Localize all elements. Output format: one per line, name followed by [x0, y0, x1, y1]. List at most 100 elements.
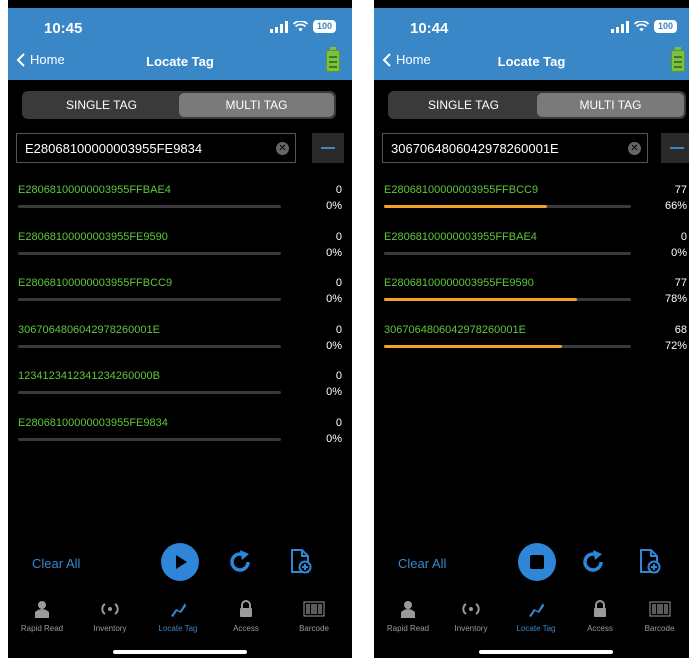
tag-row: E28068100000003955FFBAE4 0 0% — [8, 178, 352, 225]
tag-list: E28068100000003955FFBAE4 0 0% E280681000… — [8, 178, 352, 458]
tab-label: Access — [233, 624, 259, 633]
stop-icon — [530, 555, 544, 569]
tag-list: E28068100000003955FFBCC9 77 66% E2806810… — [374, 178, 689, 364]
tag-percent: 78% — [664, 293, 687, 306]
tag-search-input[interactable]: 3067064806042978260001E ✕ — [382, 133, 648, 163]
barcode-icon — [303, 601, 325, 617]
tag-count: 0 — [335, 370, 342, 383]
status-icons: 100 — [610, 20, 677, 33]
tab-multi-tag[interactable]: MULTI TAG — [537, 93, 684, 117]
tag-id: E28068100000003955FFBAE4 — [384, 230, 537, 243]
page-title: Locate Tag — [146, 54, 214, 69]
tag-progress — [18, 437, 281, 441]
refresh-icon[interactable] — [226, 548, 254, 576]
add-document-icon[interactable] — [290, 548, 312, 574]
tab-rapid-read[interactable]: Rapid Read — [8, 600, 76, 633]
clear-input-icon[interactable]: ✕ — [276, 142, 289, 155]
tab-label: Rapid Read — [20, 624, 64, 633]
remove-tag-button[interactable] — [312, 133, 344, 163]
tag-percent: 0% — [671, 246, 687, 259]
tab-multi-tag[interactable]: MULTI TAG — [179, 93, 334, 117]
battery-status: 100 — [653, 20, 677, 33]
phone-screen-right: 10:44 100 Home Locate Tag SINGLE TAG MUL… — [374, 0, 689, 658]
start-scan-button[interactable] — [161, 543, 199, 581]
action-bar: Clear All — [8, 540, 352, 584]
tab-inventory[interactable]: Inventory — [437, 600, 505, 633]
phone-screen-left: 10:45 100 Home Locate Tag SINGLE TAG MUL… — [8, 0, 352, 658]
tab-label: Access — [587, 624, 613, 633]
tag-percent: 0% — [326, 386, 342, 399]
tab-rapid-read[interactable]: Rapid Read — [374, 600, 442, 633]
tag-row: 1234123412341234260000B 0 0% — [8, 364, 352, 411]
tag-count: 68 — [674, 323, 687, 336]
header: 10:44 100 Home Locate Tag — [374, 8, 689, 80]
tag-count: 77 — [674, 277, 687, 290]
page-title: Locate Tag — [497, 54, 566, 69]
rapid-read-icon — [35, 601, 49, 618]
clear-input-icon[interactable]: ✕ — [628, 142, 641, 155]
clear-all-button[interactable]: Clear All — [32, 556, 80, 571]
tab-label: Rapid Read — [386, 624, 430, 633]
inventory-icon — [101, 603, 119, 615]
tab-label: Inventory — [93, 624, 127, 633]
tag-count: 0 — [335, 277, 342, 290]
wifi-icon — [292, 21, 308, 32]
tag-progress — [18, 391, 281, 395]
tag-progress — [18, 298, 281, 302]
tab-access[interactable]: Access — [212, 600, 280, 633]
refresh-icon[interactable] — [579, 548, 607, 576]
action-bar: Clear All — [374, 540, 689, 584]
barcode-icon — [649, 601, 670, 617]
play-icon — [176, 555, 187, 569]
tab-barcode[interactable]: Barcode — [630, 600, 689, 633]
tab-barcode[interactable]: Barcode — [280, 600, 348, 633]
inventory-icon — [462, 603, 480, 615]
tag-id: E28068100000003955FE9834 — [18, 416, 168, 429]
tab-single-tag[interactable]: SINGLE TAG — [390, 93, 537, 117]
reader-battery-icon — [326, 47, 340, 72]
tag-count: 0 — [335, 416, 342, 429]
tag-id: E28068100000003955FE9590 — [384, 277, 534, 290]
status-icons: 100 — [269, 20, 336, 33]
tag-count: 0 — [680, 230, 687, 243]
add-document-icon[interactable] — [639, 548, 661, 574]
remove-tag-button[interactable] — [661, 133, 689, 163]
tag-id: E28068100000003955FFBCC9 — [18, 277, 173, 290]
tag-percent: 0% — [326, 432, 342, 445]
wifi-icon — [633, 21, 649, 32]
tag-progress — [384, 205, 631, 208]
home-indicator[interactable] — [113, 650, 247, 654]
tag-progress-fill — [384, 205, 548, 208]
tab-label: Inventory — [454, 624, 488, 633]
tag-search-value: 3067064806042978260001E — [391, 140, 559, 156]
tag-id: E28068100000003955FFBAE4 — [18, 184, 171, 196]
bottom-tab-bar: Rapid Read Inventory Locate Tag Access B… — [8, 600, 352, 640]
header: 10:45 100 Home Locate Tag — [8, 8, 352, 80]
clear-all-button[interactable]: Clear All — [398, 556, 446, 571]
tag-progress — [18, 251, 281, 255]
home-indicator[interactable] — [479, 650, 613, 654]
tag-id: 3067064806042978260001E — [18, 323, 160, 336]
status-time: 10:45 — [44, 20, 83, 37]
tag-row: 3067064806042978260001E 0 0% — [8, 318, 352, 365]
tag-progress — [384, 251, 631, 255]
tab-locate-tag[interactable]: Locate Tag — [144, 600, 212, 633]
tab-single-tag[interactable]: SINGLE TAG — [24, 93, 179, 117]
tab-label: Barcode — [299, 624, 329, 633]
tab-inventory[interactable]: Inventory — [76, 600, 144, 633]
tab-locate-tag[interactable]: Locate Tag — [502, 600, 570, 633]
tab-access[interactable]: Access — [566, 600, 634, 633]
access-icon — [240, 600, 252, 617]
bottom-tab-bar: Rapid Read Inventory Locate Tag Access B… — [374, 600, 689, 640]
status-time: 10:44 — [410, 20, 449, 37]
tag-mode-segment: SINGLE TAG MULTI TAG — [388, 91, 686, 119]
cellular-signal-icon — [610, 20, 629, 33]
reader-battery-icon — [671, 47, 685, 72]
tag-count: 77 — [674, 184, 687, 196]
tag-search-input[interactable]: E28068100000003955FE9834 ✕ — [16, 133, 296, 163]
tag-id: 3067064806042978260001E — [384, 323, 526, 336]
stop-scan-button[interactable] — [518, 543, 556, 581]
tag-percent: 0% — [326, 200, 342, 212]
tag-row: E28068100000003955FE9834 0 0% — [8, 411, 352, 458]
tag-percent: 0% — [326, 339, 342, 352]
